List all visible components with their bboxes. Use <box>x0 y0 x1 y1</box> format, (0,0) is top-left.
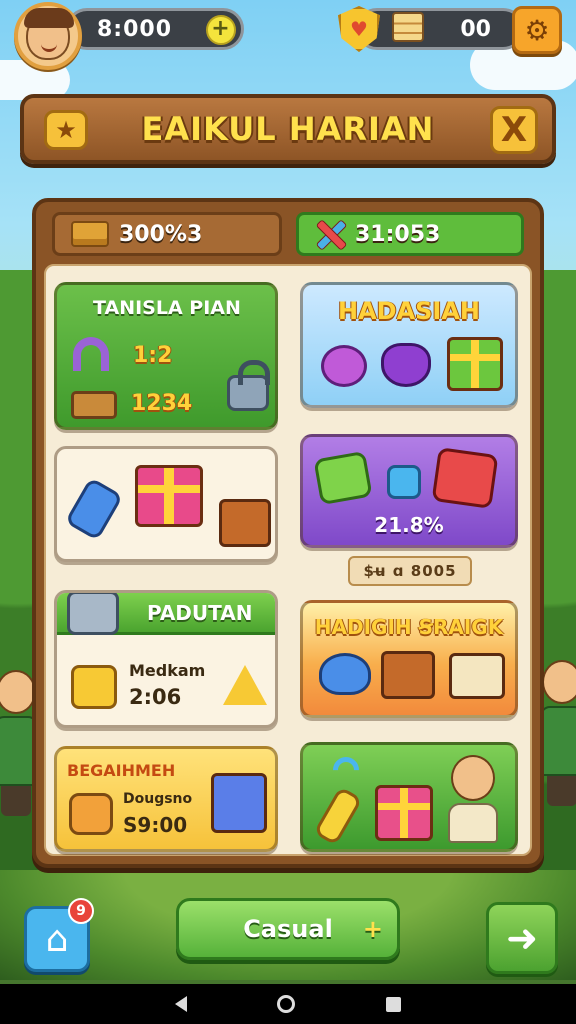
title-banner: ★ EAIKUL HARIAN X <box>20 94 556 164</box>
toy-chest-icon <box>135 465 203 527</box>
star-tile-icon <box>313 450 373 506</box>
lock-icon <box>227 360 270 411</box>
guide-title: PADUTAN <box>147 601 253 625</box>
guide-card[interactable]: PADUTAN Medkam 2:06 <box>54 590 278 728</box>
candle-icon <box>313 786 363 846</box>
guide-time: 2:06 <box>129 685 182 709</box>
npc-body <box>540 706 576 776</box>
npc-head <box>542 660 576 704</box>
character-gift-card[interactable] <box>300 742 518 852</box>
player-avatar[interactable] <box>14 2 82 70</box>
present-icon <box>375 785 433 841</box>
blue-creature-icon <box>319 653 371 695</box>
reward-card[interactable]: HADIGIH ꞨRAIGK <box>300 600 518 718</box>
package-icon <box>381 651 435 699</box>
bonus-card[interactable]: 21.8% <box>300 434 518 548</box>
avatar-face <box>24 8 74 60</box>
wood-plank-icon <box>71 391 117 419</box>
next-button[interactable]: ➜ <box>486 902 558 974</box>
close-tile-icon <box>431 447 499 509</box>
ring-icon <box>381 343 431 387</box>
npc-head <box>0 670 36 714</box>
daily-plan-line1: 1:2 <box>133 343 173 368</box>
join-card[interactable]: BEGAIHMEH Dougsno S9:00 <box>54 746 278 852</box>
potion-icon <box>64 476 124 542</box>
daily-plan-card[interactable]: TANISLA PIAN 1:2 1234 <box>54 282 278 430</box>
note-icon <box>71 665 117 709</box>
join-title: BEGAIHMEH <box>67 761 176 780</box>
back-icon[interactable] <box>175 996 188 1012</box>
gem-tile-icon <box>387 465 421 499</box>
crate-icon <box>219 499 271 547</box>
join-value: S9:00 <box>123 813 188 837</box>
heart-icon: ♥ <box>350 17 368 41</box>
gem-counter: 00 <box>356 8 524 50</box>
items-card[interactable] <box>54 446 278 562</box>
chest-icon <box>71 221 109 247</box>
npc-legs <box>1 786 31 816</box>
candy-icon <box>321 345 367 387</box>
cheese-box-icon <box>449 653 505 699</box>
daily-plan-title: TANISLA PIAN <box>93 297 241 319</box>
recent-apps-icon[interactable] <box>385 996 401 1012</box>
coin-value: 8:000 <box>97 16 173 42</box>
reward-title: HADIGIH ꞨRAIGK <box>314 615 504 639</box>
notification-badge: 9 <box>68 898 94 924</box>
gear-icon: ⚙ <box>524 13 550 47</box>
npc-right <box>540 660 576 810</box>
character-portrait <box>445 755 501 845</box>
system-nav-bar <box>0 984 576 1024</box>
home-icon: ⌂ <box>45 918 69 960</box>
add-coins-button[interactable]: + <box>206 15 236 45</box>
gift-card-title: HADASIAH <box>337 297 481 325</box>
arrow-right-icon: ➜ <box>506 916 538 960</box>
npc-legs <box>547 776 576 806</box>
bonus-percent: 21.8% <box>374 513 444 537</box>
dice-box-icon <box>211 773 267 833</box>
wifi-icon <box>327 751 365 789</box>
gift-card[interactable]: HADASIAH <box>300 282 518 408</box>
resource-stack-icon <box>392 12 424 42</box>
character-head <box>451 755 495 801</box>
price-tag[interactable]: $u̶ ɑ 8005 <box>348 556 472 586</box>
machine-icon <box>67 593 119 635</box>
coin-counter: 8:000 + <box>66 8 244 50</box>
guide-label: Medkam <box>129 661 206 680</box>
character-body <box>448 803 498 843</box>
battle-stat: 31:053 <box>296 212 524 256</box>
gem-value: 00 <box>460 16 491 42</box>
gift-box-icon <box>447 337 503 391</box>
settings-button[interactable]: ⚙ <box>512 6 562 54</box>
casual-label: Casual <box>243 915 333 943</box>
casual-button[interactable]: Casual + <box>176 898 400 960</box>
cone-icon <box>223 665 267 705</box>
join-label: Dougsno <box>123 791 193 807</box>
page-title: EAIKUL HARIAN <box>141 110 435 148</box>
close-button[interactable]: X <box>490 106 538 154</box>
battle-stat-value: 31:053 <box>355 221 441 247</box>
home-circle-icon[interactable] <box>277 995 296 1013</box>
crossed-swords-icon <box>315 219 345 249</box>
chest-stat-value: 300%3 <box>119 221 203 247</box>
bag-icon <box>69 793 113 835</box>
magnet-icon <box>73 337 109 371</box>
daily-plan-line2: 1234 <box>131 391 193 416</box>
casual-plus-icon: + <box>362 915 383 943</box>
chest-stat: 300%3 <box>52 212 282 256</box>
